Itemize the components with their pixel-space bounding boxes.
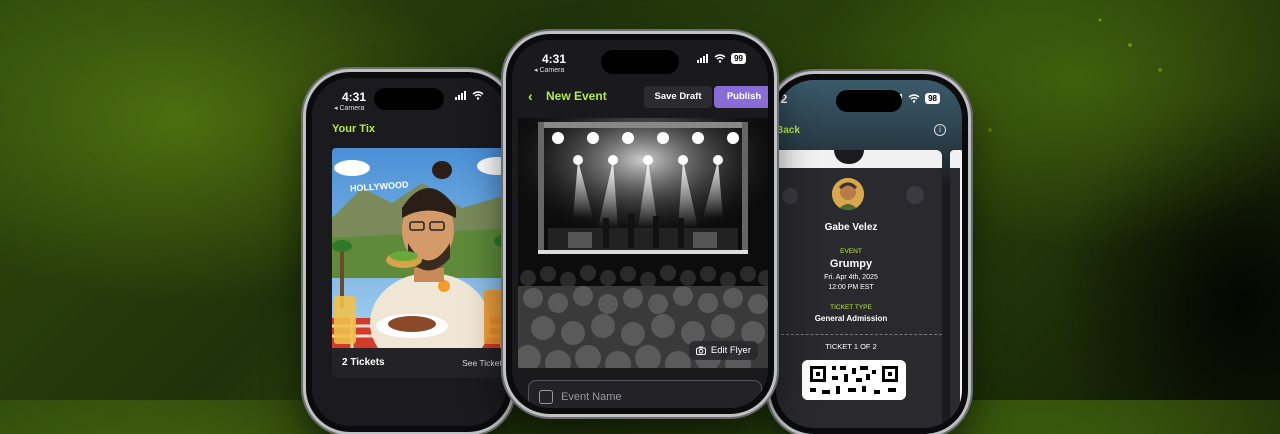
event-name-placeholder: Event Name [561,391,622,403]
avatar-image [832,178,864,210]
left-phone-screen: 4:31 ◂ Camera Your Tix HOLLYWOOD 2 Ticke… [312,78,506,426]
back-chevron-icon[interactable]: ‹ [528,88,533,104]
event-date: Fri. Apr 4th, 2025 [824,274,878,281]
concert-flyer-image [518,118,768,368]
event-name: Grumpy [829,258,873,270]
ticket-holder-name: Gabe Velez [824,222,878,233]
share-icon[interactable] [782,188,798,204]
battery-level: 99 [731,53,746,64]
ticket-divider [776,334,942,335]
status-back-camera[interactable]: ◂ Camera [534,66,564,74]
wifi-icon [714,54,726,63]
save-draft-button[interactable]: Save Draft [644,86,712,108]
status-time: 4:31 [342,90,367,104]
event-flyer[interactable]: Edit Flyer [518,118,768,368]
dynamic-island [601,50,679,74]
center-phone-screen: 4:31 ◂ Camera 99 ‹ New Event Save Draft … [512,40,768,408]
wallet-icon[interactable] [906,186,924,204]
ticket-count-label: TICKET 1 OF 2 [825,342,877,351]
battery-level: 98 [925,93,940,104]
wifi-icon [472,91,484,100]
next-ticket-body [950,168,960,428]
event-artwork[interactable]: HOLLYWOOD [332,148,506,348]
tickets-bar: 2 Tickets See Tickets [332,348,506,378]
edit-flyer-label: Edit Flyer [710,345,751,356]
tickets-count: 2 Tickets [342,357,385,368]
edit-flyer-button[interactable]: Edit Flyer [688,341,758,360]
page-title: Your Tix [332,123,375,135]
artwork-illustration: HOLLYWOOD [332,148,506,348]
status-time: 32 [776,92,788,106]
wifi-icon [908,94,920,103]
info-icon[interactable]: i [934,124,946,136]
signal-icon [455,91,466,100]
page-title: New Event [546,89,607,103]
camera-icon [695,346,706,355]
status-indicators [455,91,484,100]
qr-code-image [802,360,906,400]
event-label: EVENT [840,248,862,255]
dynamic-island [836,90,902,112]
status-indicators: 99 [697,53,746,64]
ticket-card: Gabe Velez EVENT Grumpy Fri. Apr 4th, 20… [776,168,942,428]
ticket-type-label: TICKET TYPE [830,304,872,311]
editor-header: ‹ New Event Save Draft Publish [524,86,768,108]
avatar [832,178,864,210]
event-time: 12:00 PM EST [828,284,874,291]
publish-button[interactable]: Publish [714,86,768,108]
right-phone-screen: 32 98 Back i Gabe Velez EVENT Grumpy Fri… [776,80,962,428]
see-tickets-link[interactable]: See Tickets [462,358,506,368]
dynamic-island [374,88,444,110]
ticket-qr-code[interactable] [802,360,906,400]
status-time: 4:31 [542,52,567,66]
left-phone: 4:31 ◂ Camera Your Tix HOLLYWOOD 2 Ticke… [306,72,512,432]
event-name-field[interactable]: Event Name [528,380,762,408]
text-field-icon [539,390,553,404]
center-phone: 4:31 ◂ Camera 99 ‹ New Event Save Draft … [506,34,774,414]
right-phone: 32 98 Back i Gabe Velez EVENT Grumpy Fri… [770,74,968,434]
signal-icon [697,54,709,63]
status-back-camera[interactable]: ◂ Camera [334,104,364,112]
back-button[interactable]: Back [776,125,800,136]
ticket-type: General Admission [814,314,888,323]
